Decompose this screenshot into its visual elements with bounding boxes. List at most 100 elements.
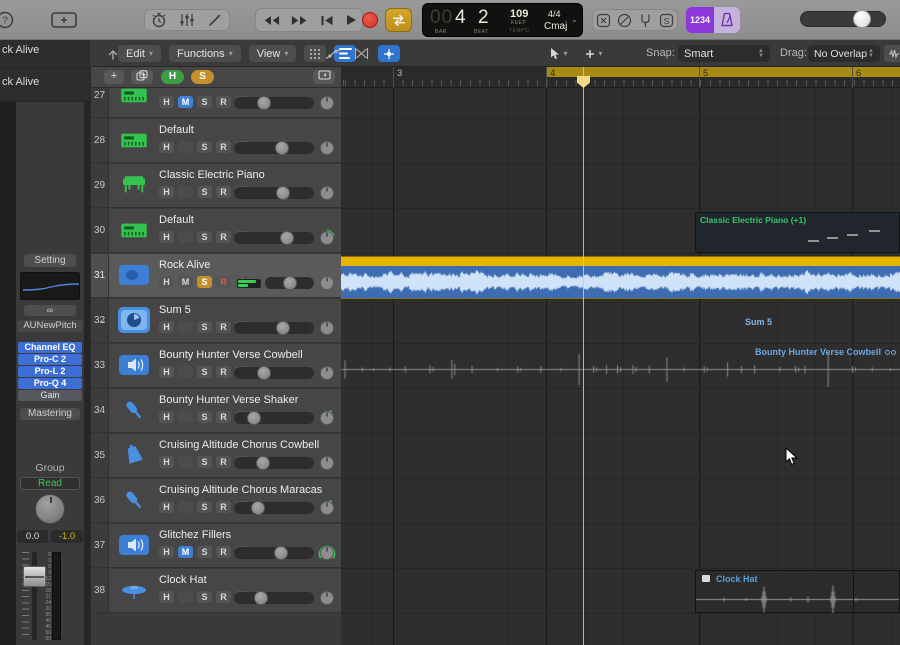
hide-button[interactable]: H [159, 366, 174, 378]
disclosure-chevron-icon[interactable]: ⌄ [99, 315, 107, 326]
track-volume-knob[interactable] [256, 456, 270, 470]
track-name[interactable]: Sum 5 [159, 304, 191, 316]
mute-button[interactable]: M [178, 411, 193, 423]
mixer-icon[interactable] [179, 12, 195, 28]
solo-button[interactable]: S [197, 366, 212, 378]
speaker-icon[interactable] [118, 352, 150, 378]
speaker-icon[interactable] [118, 532, 150, 558]
track-volume-knob[interactable] [274, 546, 288, 560]
record-enable-button[interactable]: R [216, 366, 231, 378]
lane-track-33[interactable]: Bounty Hunter Verse Cowbell [341, 344, 900, 388]
view-menu[interactable]: View ▾ [248, 45, 297, 62]
track-pan-knob[interactable] [318, 499, 336, 517]
audio-region-clock-hat[interactable]: Clock Hat [695, 570, 900, 614]
track-header-row-31[interactable]: 31Rock AliveHMSRI [91, 254, 342, 298]
record-enable-button[interactable]: R [216, 96, 231, 108]
track-pan-knob[interactable] [318, 589, 336, 607]
track-name[interactable]: Glitchez Fillers [159, 529, 231, 541]
track-volume-knob[interactable] [280, 231, 294, 245]
lane-track-32[interactable]: Sum 5 [341, 299, 900, 343]
track-volume-knob[interactable] [257, 366, 271, 380]
hide-button[interactable]: H [159, 276, 174, 288]
region-inspector-title[interactable]: ck Alive [2, 44, 39, 56]
lcd-display[interactable]: 00 4 2 BAR BEAT 109 KEEP TEMPO 4/4 Cmaj … [422, 3, 583, 37]
waveform-zoom-button[interactable] [884, 45, 900, 62]
solo-button[interactable]: S [197, 231, 212, 243]
hide-button[interactable]: H [159, 231, 174, 243]
help-icon[interactable]: ? [0, 11, 16, 29]
automation-mode-button[interactable]: Read [20, 477, 80, 490]
track-volume-knob[interactable] [247, 411, 261, 425]
track-volume-knob[interactable] [283, 276, 297, 290]
hide-button[interactable]: H [159, 456, 174, 468]
lane-track-38[interactable]: Clock Hat [341, 569, 900, 614]
track-name[interactable]: Bounty Hunter Verse Cowbell [159, 349, 303, 361]
solo-button[interactable]: S [197, 456, 212, 468]
track-pan-knob[interactable] [318, 454, 336, 472]
midi-region-classic-electric-piano[interactable]: Classic Electric Piano (+1) [695, 212, 900, 253]
go-to-beginning-button[interactable] [320, 15, 334, 26]
solo-mode-icon[interactable]: S [659, 13, 674, 28]
hide-button[interactable]: H [159, 591, 174, 603]
solo-button[interactable]: S [197, 591, 212, 603]
solo-button[interactable]: S [197, 186, 212, 198]
track-pan-knob[interactable] [318, 94, 336, 112]
plugin-slot-gain[interactable]: Gain [18, 390, 82, 401]
no-entry-icon[interactable] [617, 13, 632, 28]
region-title-bar[interactable] [341, 257, 900, 266]
track-pan-knob[interactable] [318, 274, 336, 292]
track-name[interactable]: Default [159, 88, 194, 91]
record-enable-button[interactable]: R [216, 186, 231, 198]
track-name[interactable]: Bounty Hunter Verse Shaker [159, 394, 298, 406]
synth-icon[interactable] [118, 217, 150, 243]
track-volume-slider[interactable] [234, 501, 314, 515]
track-pan-knob[interactable] [318, 229, 336, 247]
lane-track-30[interactable]: Classic Electric Piano (+1) [341, 209, 900, 253]
hihat-icon[interactable] [118, 577, 150, 603]
track-name[interactable]: Default [159, 214, 194, 226]
track-volume-slider[interactable] [234, 186, 314, 200]
track-header-row-37[interactable]: 37Glitchez FillersHMSRI [91, 524, 342, 568]
plugin-slot-pro-q-4[interactable]: Pro-Q 4 [18, 378, 82, 389]
fader-track[interactable] [23, 552, 46, 640]
stack-label-sum-5[interactable]: Sum 5 [745, 317, 772, 327]
tuning-fork-icon[interactable] [638, 13, 653, 28]
eq-thumbnail[interactable] [20, 272, 80, 300]
track-volume-slider[interactable] [234, 231, 314, 245]
track-volume-slider[interactable] [234, 366, 314, 380]
plugin-slot-pro-c-2[interactable]: Pro-C 2 [18, 354, 82, 365]
pan-knob[interactable] [35, 494, 65, 524]
output-slot[interactable]: Mastering [20, 408, 80, 420]
track-inspector-title[interactable]: ck Alive [2, 76, 39, 88]
record-enable-button[interactable]: R [216, 501, 231, 513]
track-volume-slider[interactable] [234, 546, 314, 560]
epiano-icon[interactable] [118, 172, 150, 198]
track-pan-knob[interactable] [318, 319, 336, 337]
gain-reduction-meter[interactable]: ∞ [24, 305, 76, 316]
track-header-row-29[interactable]: 29Classic Electric PianoHMSRI [91, 164, 342, 208]
record-enable-button[interactable]: R [216, 591, 231, 603]
plugin-slot-pro-l-2[interactable]: Pro-L 2 [18, 366, 82, 377]
track-volume-slider[interactable] [234, 411, 314, 425]
pencil-icon[interactable] [207, 12, 223, 28]
stopwatch-icon[interactable] [151, 12, 167, 28]
mute-button[interactable]: M [178, 501, 193, 513]
track-volume-slider[interactable] [265, 276, 314, 290]
track-header-config-button[interactable] [313, 70, 335, 84]
record-enable-button[interactable]: R [216, 411, 231, 423]
solo-button[interactable]: S [197, 96, 212, 108]
hide-button[interactable]: H [159, 501, 174, 513]
record-enable-button[interactable]: R [216, 276, 231, 288]
solo-button[interactable]: S [197, 546, 212, 558]
audio-icon[interactable] [118, 262, 150, 288]
playhead-marker[interactable] [577, 76, 590, 88]
mute-button[interactable]: M [178, 96, 193, 108]
channel-fader[interactable]: 0 3 6 9 12 15 18 21 24 30 35 40 45 50 60 [22, 552, 61, 642]
track-name[interactable]: Rock Alive [159, 259, 210, 271]
edit-menu[interactable]: Edit ▾ [118, 45, 161, 62]
track-volume-knob[interactable] [254, 591, 268, 605]
track-volume-slider[interactable] [234, 321, 314, 335]
track-name[interactable]: Classic Electric Piano [159, 169, 265, 181]
solo-button[interactable]: S [197, 501, 212, 513]
track-header-row-33[interactable]: 33Bounty Hunter Verse CowbellHMSRI [91, 344, 342, 388]
